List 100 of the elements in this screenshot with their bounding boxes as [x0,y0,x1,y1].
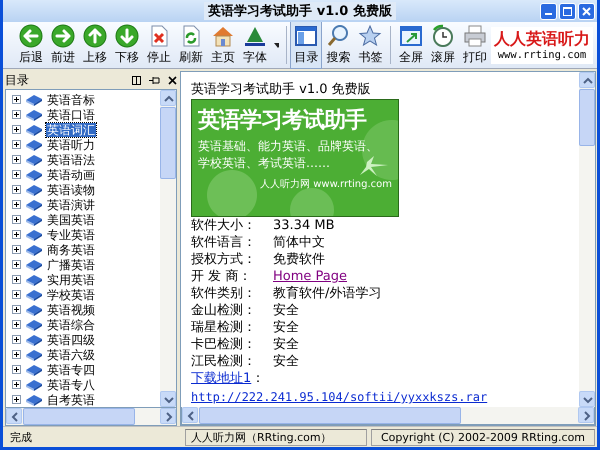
tree-item[interactable]: 学校英语 [46,288,96,302]
expander-icon[interactable] [12,140,21,149]
expander-icon[interactable] [12,260,21,269]
book-icon [25,108,43,122]
horizontal-scrollbar[interactable] [5,408,177,426]
expander-icon[interactable] [12,185,21,194]
close-button[interactable] [578,3,595,20]
tree-item[interactable]: 自考英语 [46,392,96,406]
scroll-down-icon[interactable] [160,391,176,407]
expander-icon[interactable] [12,245,21,254]
toolbar-button[interactable]: 主页 [207,21,239,69]
toolbar-button[interactable]: 打印 [458,21,491,69]
pin-icon[interactable] [149,76,160,84]
expander-icon[interactable] [12,125,21,134]
tree-item[interactable]: 英语听力 [46,138,96,152]
scroll-down-icon[interactable] [579,391,595,407]
scroll-thumb[interactable] [579,89,595,146]
book-icon [25,272,43,286]
book-icon [25,348,43,362]
url-link[interactable]: http://222.241.95.104/softii/yyxxkszs.rar [191,389,488,406]
scroll-thumb[interactable] [199,407,461,424]
window-title: 英语学习考试助手 v1.0 免费版 [204,2,396,20]
toolbar-button[interactable]: 上移 [79,21,111,69]
tree-item[interactable]: 美国英语 [46,212,96,226]
tree-item[interactable]: 英语专四 [46,362,96,376]
expander-icon[interactable] [12,395,21,404]
vertical-scrollbar[interactable] [579,72,595,407]
expander-icon[interactable] [12,200,21,209]
tree-item[interactable]: 英语专八 [46,378,96,392]
tree-item[interactable]: 英语视频 [46,302,96,316]
toolbar-button[interactable]: 后退 [15,21,47,69]
tree-item[interactable]: 英语综合 [46,318,96,332]
toolbar-button[interactable]: 下移 [111,21,143,69]
expander-icon[interactable] [12,215,21,224]
expander-icon[interactable] [12,350,21,359]
scroll-right-icon[interactable] [160,408,176,424]
tree-item[interactable]: 英语演讲 [46,198,96,212]
toolbar-button[interactable]: 前进 [47,21,79,69]
download-link[interactable]: 下载地址1 [191,370,252,387]
scroll-right-icon[interactable] [578,407,594,423]
expander-icon[interactable] [12,305,21,314]
tree-item[interactable]: 英语四级 [46,332,96,346]
banner-subtitle: 英语基础、能力英语、品牌英语、 [198,138,379,155]
tree-item[interactable]: 英语动画 [46,168,96,182]
scroll-up-icon[interactable] [579,72,595,88]
info-label: 瑞星检测： [191,319,257,336]
scroll-thumb[interactable] [23,408,135,425]
expander-icon[interactable] [12,380,21,389]
expander-icon[interactable] [12,230,21,239]
info-value: 安全 [273,353,299,370]
expander-icon[interactable] [12,110,21,119]
maximize-button[interactable] [559,3,576,20]
toolbar-button[interactable]: 停止 [143,21,175,69]
tree-item[interactable]: 英语读物 [46,182,96,196]
tree-item[interactable]: 广播英语 [46,258,96,272]
dropdown-arrow-icon[interactable] [274,42,279,48]
restore-icon[interactable] [132,76,141,84]
expander-icon[interactable] [12,170,21,179]
horizontal-scrollbar[interactable] [181,407,595,425]
banner-footer: 人人听力网 www.rrting.com [260,177,392,191]
tree-item[interactable]: 英语六级 [46,348,96,362]
minimize-button[interactable] [540,3,557,20]
homepage-link[interactable]: Home Page [273,268,347,285]
scroll-up-icon[interactable] [160,90,176,106]
toolbar-button[interactable]: 字体 [239,21,271,69]
book-icon [25,122,43,136]
toolbar-button[interactable]: 搜索 [322,21,354,69]
info-label: 软件语言： [191,234,257,251]
scroll-thumb[interactable] [160,107,176,179]
tree-item[interactable]: 专业英语 [46,228,96,242]
info-value: 33.34 MB [273,217,334,234]
tree-item[interactable]: 实用英语 [46,272,96,286]
tree-item[interactable]: 英语口语 [46,108,96,122]
scroll-left-icon[interactable] [6,408,22,424]
expander-icon[interactable] [12,320,21,329]
info-label: 卡巴检测： [191,336,257,353]
toolbar-button[interactable]: 目录 [290,21,322,69]
panel-icon [294,24,318,48]
tree-item[interactable]: 英语语法 [46,152,96,166]
book-icon [25,392,43,406]
tree-item[interactable]: 商务英语 [46,242,96,256]
expander-icon[interactable] [12,290,21,299]
expander-icon[interactable] [12,335,21,344]
toolbar-button[interactable]: 书签 [354,21,386,69]
vertical-scrollbar[interactable] [160,90,176,407]
scroll-left-icon[interactable] [182,407,198,423]
toolbar-button[interactable]: 刷新 [175,21,207,69]
close-icon[interactable] [168,76,177,84]
tree-item[interactable]: 英语词汇 [46,122,96,136]
clock-icon [430,24,455,48]
toolbar-button[interactable]: 滚屏 [426,21,459,69]
toolbar-button[interactable]: 全屏 [394,21,427,69]
logo-url: www.rrting.com [498,48,586,62]
expander-icon[interactable] [12,155,21,164]
expander-icon[interactable] [12,95,21,104]
expander-icon[interactable] [12,275,21,284]
expander-icon[interactable] [12,365,21,374]
house-icon [211,24,235,48]
book-icon [25,182,43,196]
tree-item[interactable]: 英语音标 [46,92,96,106]
